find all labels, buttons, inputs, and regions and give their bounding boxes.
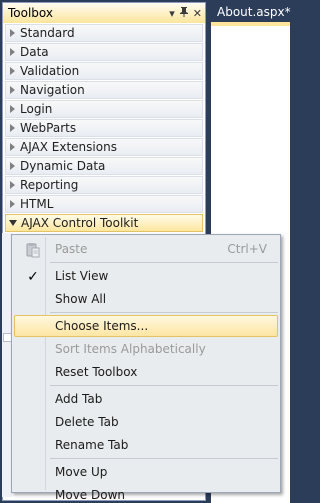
menu-item-list-view[interactable]: ✓ List View <box>14 265 278 287</box>
toolbox-tab-reporting[interactable]: Reporting <box>5 176 203 194</box>
document-tab-about-aspx[interactable]: About.aspx* <box>211 2 291 22</box>
toolbox-title: Toolbox <box>8 6 53 20</box>
toolbox-tab-data[interactable]: Data <box>5 43 203 61</box>
toolbox-tab-label: HTML <box>20 197 54 211</box>
menu-separator <box>50 458 278 459</box>
toolbox-tab-label: Login <box>20 102 53 116</box>
expand-arrow-icon <box>10 162 15 170</box>
menu-item-choose-items[interactable]: Choose Items... <box>14 315 278 337</box>
toolbox-tab-label: Dynamic Data <box>20 159 106 173</box>
toolbox-tab-label: Navigation <box>20 83 85 97</box>
menu-item-label: Delete Tab <box>55 415 119 429</box>
menu-item-rename-tab[interactable]: Rename Tab <box>14 434 278 456</box>
menu-item-shortcut: Ctrl+V <box>227 242 267 256</box>
toolbox-tab-label: AJAX Extensions <box>20 140 117 154</box>
expand-arrow-icon <box>10 105 15 113</box>
toolbox-tab-label: Standard <box>20 26 75 40</box>
menu-item-label: Add Tab <box>55 392 103 406</box>
toolbox-tab-html[interactable]: HTML <box>5 195 203 213</box>
menu-item-sort-alphabetically[interactable]: Sort Items Alphabetically <box>14 338 278 360</box>
menu-item-label: Rename Tab <box>55 438 129 452</box>
menu-item-label: Move Down <box>55 488 125 502</box>
close-icon[interactable]: ✕ <box>193 7 202 20</box>
toolbox-tab-list: Standard Data Validation Navigation Logi… <box>3 24 205 232</box>
menu-item-move-up[interactable]: Move Up <box>14 461 278 483</box>
toolbox-tab-login[interactable]: Login <box>5 100 203 118</box>
toolbox-tab-ajax-control-toolkit[interactable]: AJAX Control Toolkit <box>5 214 203 232</box>
editor-tab-underline <box>211 22 290 26</box>
menu-item-delete-tab[interactable]: Delete Tab <box>14 411 278 433</box>
collapse-arrow-icon <box>9 220 17 226</box>
checkmark-icon: ✓ <box>27 269 39 285</box>
menu-item-show-all[interactable]: Show All <box>14 288 278 310</box>
toolbox-header: Toolbox ▾ ✕ <box>3 3 205 23</box>
menu-item-reset-toolbox[interactable]: Reset Toolbox <box>14 361 278 383</box>
paste-icon <box>25 242 41 258</box>
expand-arrow-icon <box>10 143 15 151</box>
toolbox-context-menu: Paste Ctrl+V ✓ List View Show All Choose… <box>11 234 281 502</box>
menu-item-move-down[interactable]: Move Down <box>14 484 278 503</box>
menu-separator <box>50 262 278 263</box>
expand-arrow-icon <box>10 124 15 132</box>
toolbox-tab-label: Data <box>20 45 49 59</box>
toolbox-tab-label: WebParts <box>20 121 77 135</box>
menu-item-paste[interactable]: Paste Ctrl+V <box>14 238 278 260</box>
menu-item-label: Reset Toolbox <box>55 365 138 379</box>
toolbox-tab-dynamic-data[interactable]: Dynamic Data <box>5 157 203 175</box>
expand-arrow-icon <box>10 86 15 94</box>
toolbox-tab-label: Validation <box>20 64 80 78</box>
toolbox-header-buttons: ▾ ✕ <box>169 6 202 20</box>
menu-item-label: Show All <box>55 292 107 306</box>
toolbox-tab-navigation[interactable]: Navigation <box>5 81 203 99</box>
expand-arrow-icon <box>10 48 15 56</box>
expand-arrow-icon <box>10 67 15 75</box>
window-position-dropdown-icon[interactable]: ▾ <box>169 7 175 20</box>
menu-item-label: List View <box>55 269 109 283</box>
menu-item-label: Paste <box>55 242 88 256</box>
toolbox-tab-webparts[interactable]: WebParts <box>5 119 203 137</box>
expand-arrow-icon <box>10 29 15 37</box>
toolbox-tab-ajax-extensions[interactable]: AJAX Extensions <box>5 138 203 156</box>
menu-item-label: Move Up <box>55 465 108 479</box>
menu-item-label: Choose Items... <box>55 319 149 333</box>
toolbox-tab-standard[interactable]: Standard <box>5 24 203 42</box>
toolbox-tab-label: AJAX Control Toolkit <box>21 216 139 230</box>
expand-arrow-icon <box>10 181 15 189</box>
menu-separator <box>50 385 278 386</box>
expand-arrow-icon <box>10 200 15 208</box>
toolbox-tab-label: Reporting <box>20 178 79 192</box>
toolbox-tab-validation[interactable]: Validation <box>5 62 203 80</box>
menu-separator <box>50 312 278 313</box>
menu-item-add-tab[interactable]: Add Tab <box>14 388 278 410</box>
pin-icon[interactable] <box>179 6 188 20</box>
menu-item-label: Sort Items Alphabetically <box>55 342 206 356</box>
